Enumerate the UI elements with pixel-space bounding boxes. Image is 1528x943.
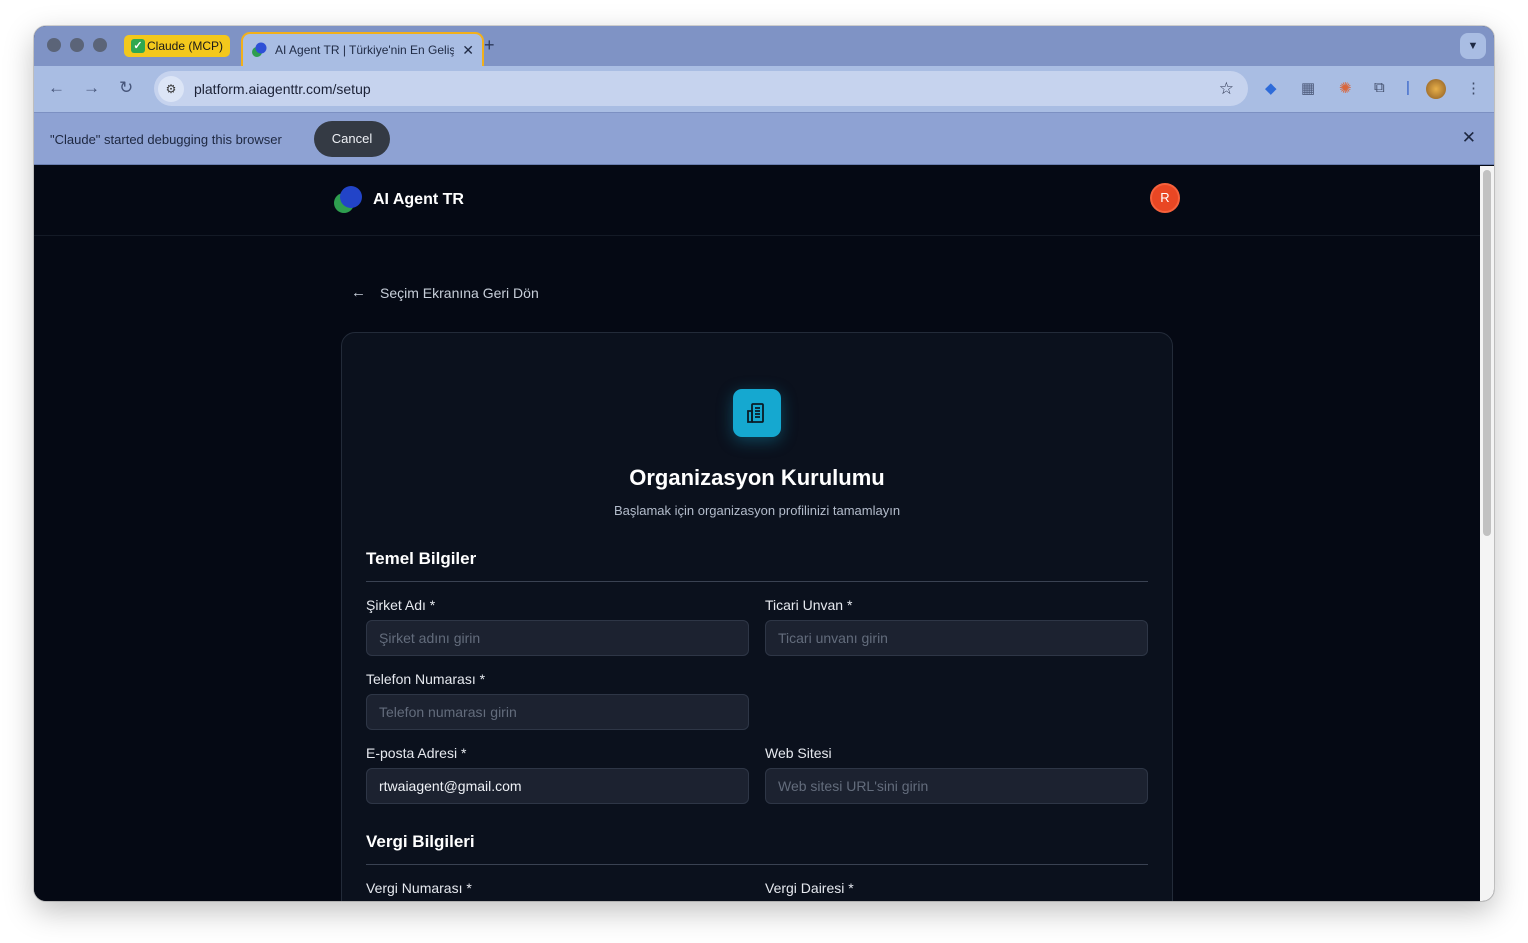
browser-menu-icon[interactable]: ⋮ xyxy=(1466,79,1481,97)
toolbar-separator: | xyxy=(1406,79,1410,96)
section-divider xyxy=(366,864,1148,865)
card-subtitle: Başlamak için organizasyon profilinizi t… xyxy=(613,503,901,518)
phone-label: Telefon Numarası * xyxy=(366,671,486,687)
section-divider xyxy=(366,581,1148,582)
company-name-label: Şirket Adı * xyxy=(366,597,436,613)
section-title-basic: Temel Bilgiler xyxy=(366,549,477,568)
email-label: E-posta Adresi * xyxy=(366,745,467,761)
maximize-window-button[interactable] xyxy=(93,38,107,52)
brand-name[interactable]: AI Agent TR xyxy=(373,191,464,209)
reload-icon[interactable]: ↻ xyxy=(119,78,133,98)
website-label: Web Sitesi xyxy=(765,745,832,761)
trade-name-input[interactable]: Ticari unvanı girin xyxy=(765,620,1148,656)
tab-ai-agent-tr[interactable]: AI Agent TR | Türkiye'nin En Gelişmiş ✕ xyxy=(241,32,484,66)
new-tab-icon[interactable]: + xyxy=(484,35,495,56)
extensions-puzzle-icon[interactable]: ⧉ xyxy=(1374,79,1385,96)
section-title-tax: Vergi Bilgileri xyxy=(366,832,475,851)
page-scrollbar[interactable] xyxy=(1480,166,1494,901)
close-tab-icon[interactable]: ✕ xyxy=(462,42,474,59)
trade-name-label: Ticari Unvan * xyxy=(765,597,853,613)
tab-label: AI Agent TR | Türkiye'nin En Gelişmiş xyxy=(275,43,455,57)
bookmark-star-icon[interactable]: ☆ xyxy=(1219,79,1234,99)
brand-logo-icon[interactable] xyxy=(332,184,364,216)
cancel-debugging-button[interactable]: Cancel xyxy=(314,121,390,157)
check-icon: ✓ xyxy=(131,39,145,53)
tax-office-label: Vergi Dairesi * xyxy=(765,880,854,896)
site-settings-icon[interactable]: ⚙ xyxy=(158,75,184,102)
url-text[interactable]: platform.aiagenttr.com/setup xyxy=(194,81,1219,97)
debugging-infobar: "Claude" started debugging this browser … xyxy=(34,112,1494,165)
building-icon xyxy=(733,389,781,437)
scrollbar-thumb[interactable] xyxy=(1483,170,1491,536)
back-to-selection-link[interactable]: ← Seçim Ekranına Geri Dön xyxy=(351,284,539,301)
tab-strip: ✓ Claude (MCP) AI Agent TR | Türkiye'nin… xyxy=(34,26,1494,66)
email-input[interactable]: rtwaiagent@gmail.com xyxy=(366,768,749,804)
address-bar[interactable]: ⚙ platform.aiagenttr.com/setup ☆ xyxy=(154,71,1248,106)
tax-number-label: Vergi Numarası * xyxy=(366,880,472,896)
infobar-message: "Claude" started debugging this browser xyxy=(50,132,282,147)
page-content: AI Agent TR R ← Seçim Ekranına Geri Dön … xyxy=(34,166,1480,901)
back-link-label: Seçim Ekranına Geri Dön xyxy=(380,284,539,301)
extension-tag-icon[interactable]: ◆ xyxy=(1265,79,1277,97)
user-avatar[interactable]: R xyxy=(1150,183,1180,213)
tab-search-chevron-icon[interactable]: ▼ xyxy=(1460,33,1486,59)
minimize-window-button[interactable] xyxy=(70,38,84,52)
close-window-button[interactable] xyxy=(47,38,61,52)
arrow-left-icon: ← xyxy=(351,284,366,301)
organization-setup-card: Organizasyon Kurulumu Başlamak için orga… xyxy=(341,332,1173,901)
profile-avatar-icon[interactable] xyxy=(1426,79,1446,99)
extension-claude-icon[interactable]: ✺ xyxy=(1339,79,1352,97)
card-title: Organizasyon Kurulumu xyxy=(629,465,885,490)
forward-arrow-icon[interactable]: → xyxy=(83,78,100,98)
extension-grid-icon[interactable]: ▦ xyxy=(1301,79,1315,97)
tab-label: Claude (MCP) xyxy=(147,39,224,53)
website-input[interactable]: Web sitesi URL'sini girin xyxy=(765,768,1148,804)
browser-window: ✓ Claude (MCP) AI Agent TR | Türkiye'nin… xyxy=(34,26,1494,901)
site-favicon-icon xyxy=(252,42,267,57)
company-name-input[interactable]: Şirket adını girin xyxy=(366,620,749,656)
tab-claude-mcp[interactable]: ✓ Claude (MCP) xyxy=(124,35,231,57)
close-infobar-icon[interactable]: ✕ xyxy=(1462,128,1476,148)
phone-input[interactable]: Telefon numarası girin xyxy=(366,694,749,730)
browser-toolbar: ← → ↻ ⚙ platform.aiagenttr.com/setup ☆ ◆… xyxy=(34,66,1494,112)
site-header: AI Agent TR R xyxy=(34,166,1480,236)
back-arrow-icon[interactable]: ← xyxy=(48,78,65,98)
